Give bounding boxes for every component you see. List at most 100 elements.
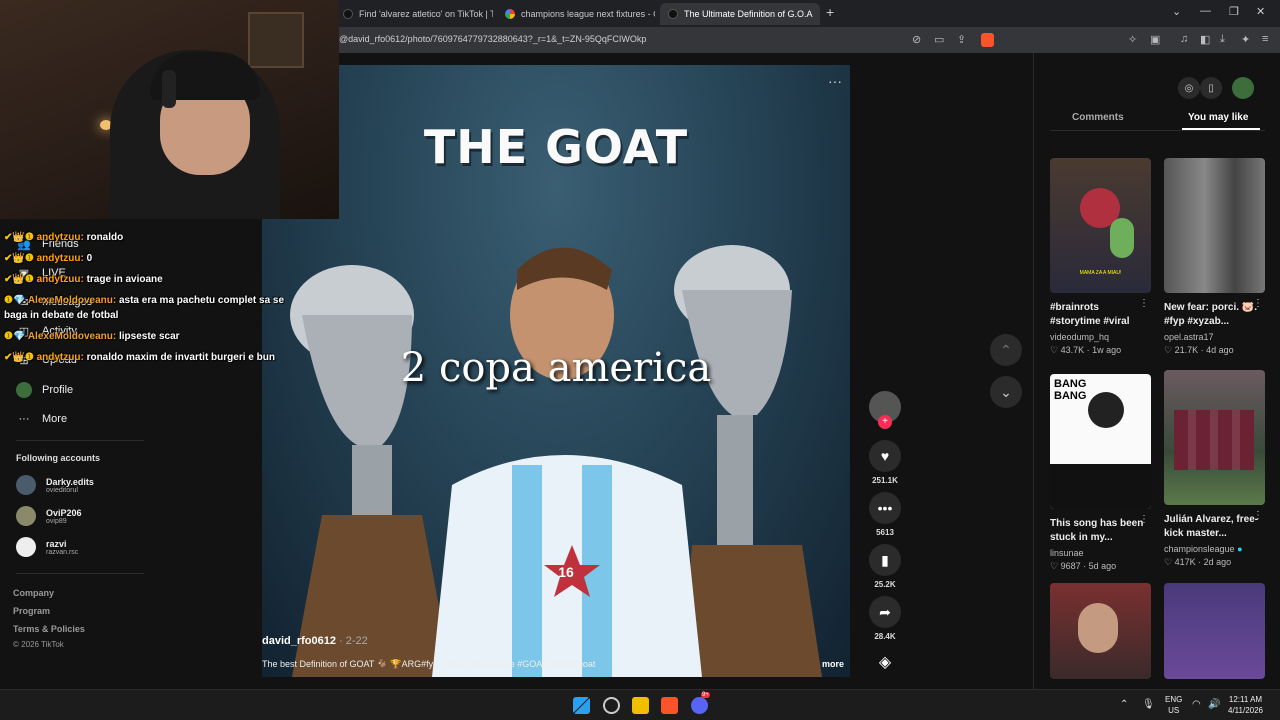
card-title: Julián Alvarez, free-kick master... [1164, 514, 1259, 539]
card-options-icon[interactable]: ⋮ [1139, 298, 1149, 309]
card-stats: ♡ 9687 · 5d ago [1050, 561, 1117, 571]
wifi-icon[interactable]: ◠ [1192, 699, 1201, 710]
comment-button[interactable]: ••• 5613 [868, 492, 902, 537]
volume-icon[interactable]: 🔊 [1208, 699, 1220, 710]
nav-more[interactable]: ··· More [16, 411, 68, 427]
extensions-icon[interactable]: ✧ [1128, 33, 1137, 46]
brave-icon[interactable] [661, 697, 678, 714]
video-author[interactable]: david_rfo0612 [262, 635, 336, 647]
share-icon[interactable]: ⇪ [957, 33, 966, 46]
right-panel: ◎ ▯ Comments You may like MAMA ZA A MIAU… [1033, 53, 1280, 689]
follow-plus-icon[interactable]: + [878, 415, 892, 429]
following-account[interactable]: razvi razvan.rsc [16, 537, 78, 557]
avatar[interactable] [1232, 77, 1254, 99]
jersey-number: 16 [558, 564, 574, 580]
tab-list-icon[interactable]: ⌄ [1172, 5, 1181, 18]
chat-message: ✔👑❶ andytzuu: ronaldo [4, 232, 123, 243]
badge-icon: ❶💎 [4, 331, 28, 342]
nav-profile[interactable]: Profile [16, 382, 73, 398]
recommended-video-card[interactable]: MAMA ZA A MIAU! #brainrots #storytime #v… [1050, 158, 1151, 356]
chat-user: AlexeMoldoveanu: [27, 295, 117, 306]
music-icon[interactable]: ♫ [1180, 33, 1188, 45]
divider [16, 440, 144, 441]
footer-company[interactable]: Company [13, 588, 54, 598]
card-options-icon[interactable]: ⋮ [1253, 510, 1263, 521]
sound-disc-icon[interactable]: ◈ [868, 652, 902, 672]
avatar [16, 382, 32, 398]
minimize-icon[interactable]: — [1200, 5, 1211, 17]
app-icon[interactable] [632, 697, 649, 714]
tab-comments[interactable]: Comments [1072, 112, 1124, 123]
card-options-icon[interactable]: ⋮ [1139, 514, 1149, 525]
like-button[interactable]: ♥ 251.1K [868, 440, 902, 485]
mute-icon[interactable]: ⊘ [912, 33, 921, 46]
card-user: championsleague [1164, 544, 1235, 554]
heart-outline-icon: ♡ [1050, 561, 1059, 571]
save-count: 25.2K [874, 580, 896, 589]
wallet-icon[interactable]: ▣ [1150, 33, 1160, 46]
tab-you-may-like[interactable]: You may like [1188, 112, 1248, 123]
video-title-overlay: THE GOAT [423, 120, 689, 174]
recommended-video-card[interactable]: BANG BANG This song has been stuck in my… [1050, 374, 1151, 572]
video-thumbnail [1164, 583, 1265, 679]
chat-text: ronaldo maxim de invartit burgeri e bun [86, 352, 275, 363]
video-thumbnail [1164, 370, 1265, 505]
video-thumbnail [1164, 158, 1265, 293]
tab-title: Find 'alvarez atletico' on TikTok | TikT [359, 9, 493, 19]
card-user-line: championsleague ● [1164, 544, 1265, 554]
video-options-icon[interactable]: ··· [828, 73, 842, 89]
previous-video-button[interactable]: ⌃ [990, 334, 1022, 366]
download-icon[interactable]: ⤓ [1220, 33, 1225, 46]
browser-tab-active[interactable]: The Ultimate Definition of G.O.A ✕ [660, 3, 820, 25]
discord-icon[interactable]: 9+ [691, 692, 710, 714]
following-account[interactable]: OviP206 ovip89 [16, 506, 82, 526]
chat-user: andytzuu: [36, 274, 84, 285]
recommended-video-card[interactable]: New fear: porci. 🐷. #fyp #xyzab... opel.… [1164, 158, 1265, 356]
next-video-button[interactable]: ⌄ [990, 376, 1022, 408]
recommended-video-card[interactable] [1050, 583, 1151, 679]
compass-icon[interactable]: ◎ [1178, 77, 1200, 99]
video-thumbnail: MAMA ZA A MIAU! [1050, 158, 1151, 293]
browser-tab[interactable]: champions league next fixtures - Goo [497, 3, 655, 25]
heart-outline-icon: ♡ [1164, 557, 1173, 567]
new-tab-button[interactable]: + [826, 4, 834, 20]
save-button[interactable]: ▮ 25.2K [868, 544, 902, 589]
browser-tab[interactable]: Find 'alvarez atletico' on TikTok | TikT [335, 3, 493, 25]
leo-icon[interactable]: ✦ [1241, 33, 1250, 46]
video-author-line[interactable]: david_rfo0612 · 2-22 [262, 635, 368, 647]
recommended-video-card[interactable]: Julián Alvarez, free-kick master... cham… [1164, 370, 1265, 568]
phone-icon[interactable]: ▯ [1200, 77, 1222, 99]
windows-start-icon[interactable] [573, 697, 590, 714]
close-window-icon[interactable]: ✕ [1256, 5, 1265, 18]
badge-icon: ✔👑❶ [4, 274, 37, 285]
menu-icon[interactable]: ≡ [1262, 33, 1268, 45]
chat-text: 0 [86, 253, 93, 264]
more-link[interactable]: more [822, 659, 844, 669]
cast-icon[interactable]: ▭ [934, 33, 944, 46]
creator-avatar-button[interactable]: + [868, 391, 902, 429]
video-player[interactable]: 16 THE GOAT 2 copa america ··· [262, 65, 850, 677]
tray-chevron-icon[interactable]: ⌃ [1120, 699, 1128, 710]
right-trophy-stem [717, 415, 753, 545]
language-indicator[interactable]: ENG US [1165, 694, 1182, 716]
video-description: The best Definition of GOAT 🐐 🏆ARG#fyp #… [262, 659, 596, 669]
heart-outline-icon: ♡ [1164, 345, 1173, 355]
mic-icon[interactable]: 🎙 [1142, 699, 1155, 710]
card-stats: ♡ 43.7K · 1w ago [1050, 345, 1122, 355]
card-options-icon[interactable]: ⋮ [1253, 298, 1263, 309]
following-account[interactable]: Darky.edits ovieditorul [16, 475, 94, 495]
footer-terms[interactable]: Terms & Policies [13, 624, 85, 634]
headphones [162, 70, 176, 108]
recommended-video-card[interactable] [1164, 583, 1265, 679]
avatar [16, 537, 36, 557]
footer-program[interactable]: Program [13, 606, 50, 616]
thumbnail-text: BANG BANG [1054, 378, 1087, 402]
brave-shield-icon[interactable] [981, 33, 994, 47]
url-field[interactable]: @david_rfo0612/photo/7609764779732880643… [339, 34, 646, 44]
clock[interactable]: 12:11 AM 4/11/2026 [1228, 694, 1263, 716]
share-button[interactable]: ➦ 28.4K [868, 596, 902, 641]
video-info: david_rfo0612 · 2-22 The best Definition… [262, 635, 850, 677]
obs-icon[interactable] [603, 697, 620, 714]
maximize-icon[interactable]: ❐ [1229, 5, 1239, 18]
sidebar-toggle-icon[interactable]: ◧ [1200, 33, 1210, 46]
